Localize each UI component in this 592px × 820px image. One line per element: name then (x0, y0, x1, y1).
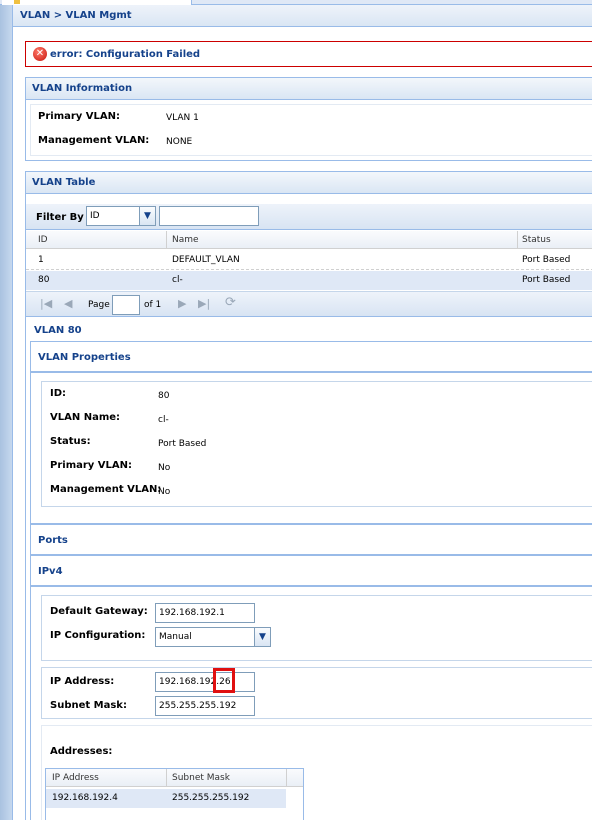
filter-field-value: ID (90, 211, 100, 221)
ip-configuration-label: IP Configuration: (50, 630, 146, 641)
subnet-mask-label: Subnet Mask: (50, 700, 127, 711)
last-page-icon[interactable]: ▶| (198, 297, 210, 310)
address-ip: 192.168.192.4 (52, 793, 118, 803)
default-gateway-input[interactable]: 192.168.192.1 (155, 603, 255, 623)
row-name: cl- (172, 275, 183, 285)
primary-vlan-value: VLAN 1 (166, 113, 199, 123)
first-page-icon[interactable]: |◀ (40, 297, 52, 310)
ipv4-config-fields: Default Gateway: 192.168.192.1 IP Config… (41, 595, 592, 661)
vlan-detail-title: VLAN 80 (34, 325, 82, 336)
ipv4-address-fields: IP Address: 192.168.192.26 Subnet Mask: … (41, 667, 592, 719)
primary-vlan-prop-value: No (158, 463, 171, 473)
addresses-section: Addresses: IP Address Subnet Mask 192.16… (41, 725, 592, 820)
main-content: VLAN > VLAN Mgmt ✕ error: Configuration … (13, 5, 592, 820)
subnet-mask-input[interactable]: 255.255.255.192 (155, 696, 255, 716)
table-row[interactable]: 192.168.192.4 255.255.255.192 (46, 789, 286, 808)
addresses-label: Addresses: (50, 746, 113, 757)
chevron-down-icon[interactable]: ▼ (139, 206, 156, 226)
breadcrumb: VLAN > VLAN Mgmt (13, 5, 592, 27)
ip-address-label: IP Address: (50, 676, 115, 687)
row-status: Port Based (522, 255, 571, 265)
ip-configuration-select[interactable]: Manual ▼ (155, 627, 271, 647)
table-row-selected[interactable]: 80 cl- Port Based (26, 271, 592, 290)
vlan-name-value: cl- (158, 415, 169, 425)
row-id: 80 (38, 275, 50, 285)
chevron-down-icon[interactable]: ▼ (254, 627, 271, 647)
ip-address-highlight (213, 668, 235, 693)
of-pages-label: of 1 (144, 300, 162, 310)
filter-value-input[interactable] (159, 206, 259, 226)
ports-header[interactable]: Ports (30, 524, 592, 555)
management-vlan-prop-value: No (158, 487, 171, 497)
primary-vlan-prop-label: Primary VLAN: (50, 460, 133, 471)
column-status[interactable]: Status (522, 231, 551, 249)
vlan-table-panel: VLAN Table Filter By : ID ▼ ID Name Stat… (25, 171, 592, 820)
ipv4-body: Default Gateway: 192.168.192.1 IP Config… (30, 586, 592, 820)
management-vlan-label: Management VLAN: (38, 135, 150, 146)
error-icon: ✕ (33, 47, 47, 61)
prev-page-icon[interactable]: ◀ (64, 297, 72, 310)
primary-vlan-label: Primary VLAN: (38, 111, 121, 122)
vlan-table-header[interactable]: VLAN Table (26, 172, 592, 194)
error-text: error: Configuration Failed (50, 48, 201, 60)
ip-configuration-value: Manual (159, 632, 192, 642)
vlan-grid-header: ID Name Status (26, 231, 592, 249)
default-gateway-label: Default Gateway: (50, 606, 148, 617)
filter-field-combo[interactable]: ID ▼ (86, 206, 156, 226)
refresh-icon[interactable]: ⟳ (225, 295, 236, 310)
addresses-grid-header: IP Address Subnet Mask (46, 769, 303, 787)
ipv4-header[interactable]: IPv4 (30, 555, 592, 586)
error-message: ✕ error: Configuration Failed (25, 41, 592, 67)
row-name: DEFAULT_VLAN (172, 255, 240, 265)
page-label: Page (88, 300, 110, 310)
column-name[interactable]: Name (172, 231, 199, 249)
management-vlan-prop-label: Management VLAN: (50, 484, 162, 495)
row-status: Port Based (522, 275, 571, 285)
pager-toolbar: |◀ ◀ Page of 1 ▶ ▶| ⟳ (26, 291, 592, 317)
left-nav-strip (0, 5, 13, 820)
next-page-icon[interactable]: ▶ (178, 297, 186, 310)
vlan-information-panel: VLAN Information Primary VLAN: VLAN 1 Ma… (25, 77, 592, 161)
vlan-properties-body: ID: 80 VLAN Name: cl- Status: Port Based… (30, 372, 592, 524)
vlan-properties-fields: ID: 80 VLAN Name: cl- Status: Port Based… (41, 381, 592, 507)
column-subnet-mask[interactable]: Subnet Mask (172, 769, 230, 787)
status-label: Status: (50, 436, 91, 447)
address-mask: 255.255.255.192 (172, 793, 250, 803)
vlan-properties-header[interactable]: VLAN Properties (30, 341, 592, 372)
vlan-information-header[interactable]: VLAN Information (26, 78, 592, 100)
table-row[interactable]: 1 DEFAULT_VLAN Port Based (26, 251, 592, 270)
addresses-grid: IP Address Subnet Mask 192.168.192.4 255… (45, 768, 304, 820)
column-id[interactable]: ID (38, 231, 48, 249)
column-ip-address[interactable]: IP Address (52, 769, 99, 787)
id-value: 80 (158, 391, 170, 401)
ip-address-input[interactable]: 192.168.192.26 (155, 672, 255, 692)
management-vlan-value: NONE (166, 137, 193, 147)
id-label: ID: (50, 388, 67, 399)
vlan-information-body: Primary VLAN: VLAN 1 Management VLAN: NO… (30, 104, 592, 156)
vlan-name-label: VLAN Name: (50, 412, 121, 423)
status-value: Port Based (158, 439, 207, 449)
page-number-input[interactable] (112, 295, 140, 315)
filter-by-label: Filter By : (36, 212, 92, 223)
filter-toolbar: Filter By : ID ▼ (26, 204, 592, 230)
row-id: 1 (38, 255, 44, 265)
